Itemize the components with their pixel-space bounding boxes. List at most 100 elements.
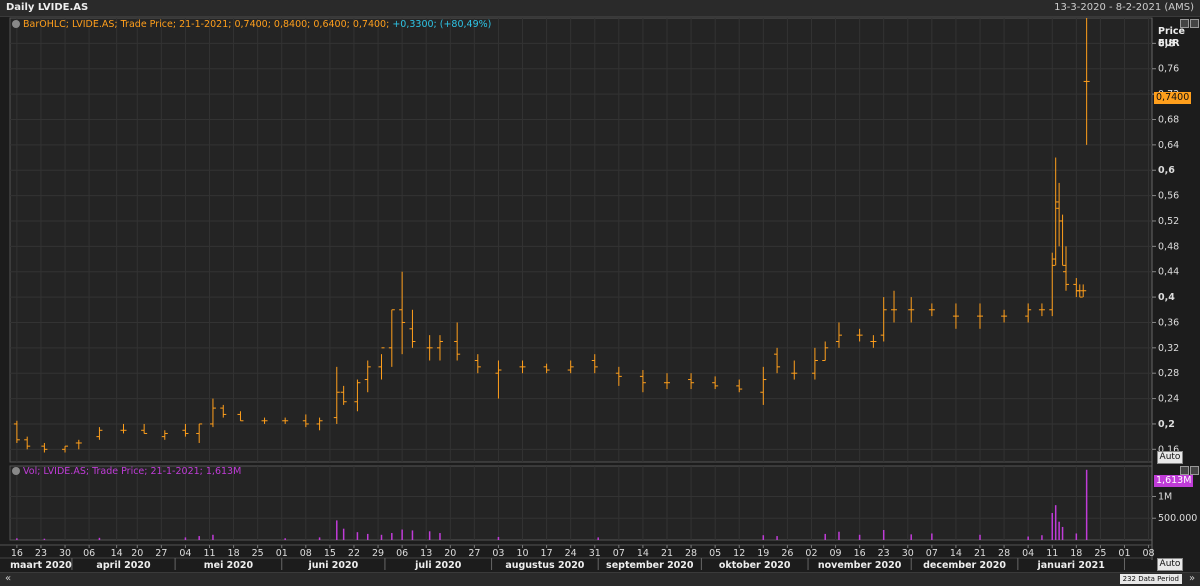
price-tick-label: 0,28 bbox=[1158, 368, 1179, 379]
price-tick-label: 0,24 bbox=[1158, 394, 1179, 405]
time-scrollbar[interactable]: « 232 Data Period » bbox=[0, 572, 1200, 586]
x-tick-label: 15 bbox=[324, 548, 336, 559]
volume-panel-restore-icon[interactable] bbox=[1180, 466, 1189, 475]
x-tick-label: 17 bbox=[541, 548, 553, 559]
volume-bar bbox=[184, 537, 187, 540]
price-legend-text: BarOHLC; LVIDE.AS; Trade Price; 21-1-202… bbox=[23, 19, 390, 30]
volume-bar bbox=[762, 535, 765, 540]
price-tick-label: 0,64 bbox=[1158, 140, 1179, 151]
x-tick-label: 05 bbox=[709, 548, 721, 559]
price-legend[interactable]: BarOHLC; LVIDE.AS; Trade Price; 21-1-202… bbox=[12, 19, 491, 30]
price-tick-label: 0,2 bbox=[1158, 419, 1175, 430]
price-tick-label: 0,56 bbox=[1158, 191, 1179, 202]
volume-bar bbox=[284, 538, 286, 540]
x-tick-label: 24 bbox=[565, 548, 577, 559]
volume-bar bbox=[380, 534, 383, 540]
volume-bar bbox=[342, 528, 345, 540]
x-tick-label: 22 bbox=[348, 548, 360, 559]
volume-bar bbox=[411, 530, 414, 540]
volume-bar bbox=[1061, 526, 1064, 540]
volume-bar bbox=[356, 532, 359, 540]
volume-bar bbox=[1041, 535, 1043, 540]
chart-canvas[interactable]: 16 23 30 06 14 20 27 04 11 18 25 01 08 15 22 29 06 13 20 27… bbox=[0, 0, 1200, 572]
x-tick-label: 10 bbox=[516, 548, 528, 559]
month-label: maart 2020 bbox=[10, 560, 72, 571]
x-tick-label: 04 bbox=[1022, 548, 1034, 559]
month-label: juli 2020 bbox=[414, 560, 462, 571]
volume-bar bbox=[212, 534, 214, 540]
x-tick-label: 31 bbox=[589, 548, 601, 559]
x-tick-label: 13 bbox=[420, 548, 432, 559]
volume-bar bbox=[439, 533, 441, 540]
price-axis-currency-label: EUR bbox=[1158, 38, 1180, 49]
x-tick-label: 18 bbox=[228, 548, 240, 559]
scroll-left-icon[interactable]: « bbox=[2, 573, 14, 585]
volume-tick-label: 1M bbox=[1158, 491, 1172, 502]
x-tick-label: 27 bbox=[155, 548, 167, 559]
price-auto-scale-button[interactable]: Auto bbox=[1157, 451, 1183, 464]
price-panel-close-icon[interactable] bbox=[1190, 19, 1199, 28]
volume-bar bbox=[824, 533, 826, 540]
volume-legend[interactable]: Vol; LVIDE.AS; Trade Price; 21-1-2021; 1… bbox=[12, 466, 241, 477]
month-label: januari 2021 bbox=[1037, 560, 1105, 571]
month-label: augustus 2020 bbox=[505, 560, 584, 571]
volume-bar bbox=[838, 531, 840, 540]
volume-bar bbox=[1085, 469, 1088, 540]
scroll-right-icon[interactable]: » bbox=[1186, 573, 1198, 585]
x-tick-label: 16 bbox=[854, 548, 866, 559]
legend-toggle-icon[interactable] bbox=[12, 467, 20, 475]
x-tick-label: 01 bbox=[276, 548, 288, 559]
x-tick-label: 06 bbox=[83, 548, 95, 559]
x-tick-label: 04 bbox=[179, 548, 191, 559]
volume-panel-close-icon[interactable] bbox=[1190, 466, 1199, 475]
volume-bar bbox=[428, 531, 431, 540]
x-tick-label: 25 bbox=[252, 548, 264, 559]
x-tick-label: 02 bbox=[805, 548, 817, 559]
legend-toggle-icon[interactable] bbox=[12, 20, 20, 28]
volume-bar bbox=[776, 536, 778, 540]
price-tick-label: 0,52 bbox=[1158, 216, 1179, 227]
x-tick-label: 08 bbox=[300, 548, 312, 559]
volume-bar bbox=[979, 534, 981, 540]
volume-auto-scale-button[interactable]: Auto bbox=[1157, 558, 1183, 571]
volume-bar bbox=[1058, 521, 1060, 540]
volume-bar bbox=[497, 536, 500, 540]
x-tick-label: 20 bbox=[131, 548, 143, 559]
x-tick-label: 14 bbox=[111, 548, 123, 559]
price-plot-area bbox=[9, 17, 1153, 463]
x-tick-label: 14 bbox=[637, 548, 649, 559]
volume-bar bbox=[1075, 533, 1078, 540]
month-label: april 2020 bbox=[96, 560, 151, 571]
volume-bar bbox=[858, 534, 861, 540]
month-label: september 2020 bbox=[606, 560, 694, 571]
x-tick-label: 23 bbox=[35, 548, 47, 559]
x-tick-label: 29 bbox=[372, 548, 384, 559]
x-tick-label: 11 bbox=[203, 548, 215, 559]
x-tick-label: 14 bbox=[950, 548, 962, 559]
volume-bar bbox=[43, 538, 46, 540]
volume-bar bbox=[401, 529, 403, 540]
price-tick-label: 0,68 bbox=[1158, 114, 1179, 125]
volume-bar bbox=[931, 533, 933, 540]
data-period-label: 232 Data Period bbox=[1119, 574, 1182, 584]
x-tick-label: 07 bbox=[926, 548, 938, 559]
price-panel-restore-icon[interactable] bbox=[1180, 19, 1189, 28]
x-tick-label: 19 bbox=[757, 548, 769, 559]
price-change-text: +0,3300; (+80,49%) bbox=[392, 19, 492, 30]
month-label: november 2020 bbox=[818, 560, 902, 571]
volume-bar bbox=[16, 538, 18, 540]
x-tick-label: 09 bbox=[829, 548, 841, 559]
month-label: mei 2020 bbox=[204, 560, 254, 571]
volume-bar bbox=[391, 533, 393, 540]
volume-bar bbox=[1054, 505, 1057, 540]
price-tick-label: 0,6 bbox=[1158, 165, 1175, 176]
x-tick-label: 11 bbox=[1046, 548, 1058, 559]
price-tick-label: 0,44 bbox=[1158, 267, 1179, 278]
month-label: juni 2020 bbox=[307, 560, 358, 571]
x-tick-label: 16 bbox=[11, 548, 23, 559]
x-tick-label: 23 bbox=[878, 548, 890, 559]
price-tick-label: 0,36 bbox=[1158, 317, 1179, 328]
volume-bar bbox=[882, 529, 885, 540]
x-tick-label: 25 bbox=[1094, 548, 1106, 559]
volume-bar bbox=[98, 537, 101, 540]
